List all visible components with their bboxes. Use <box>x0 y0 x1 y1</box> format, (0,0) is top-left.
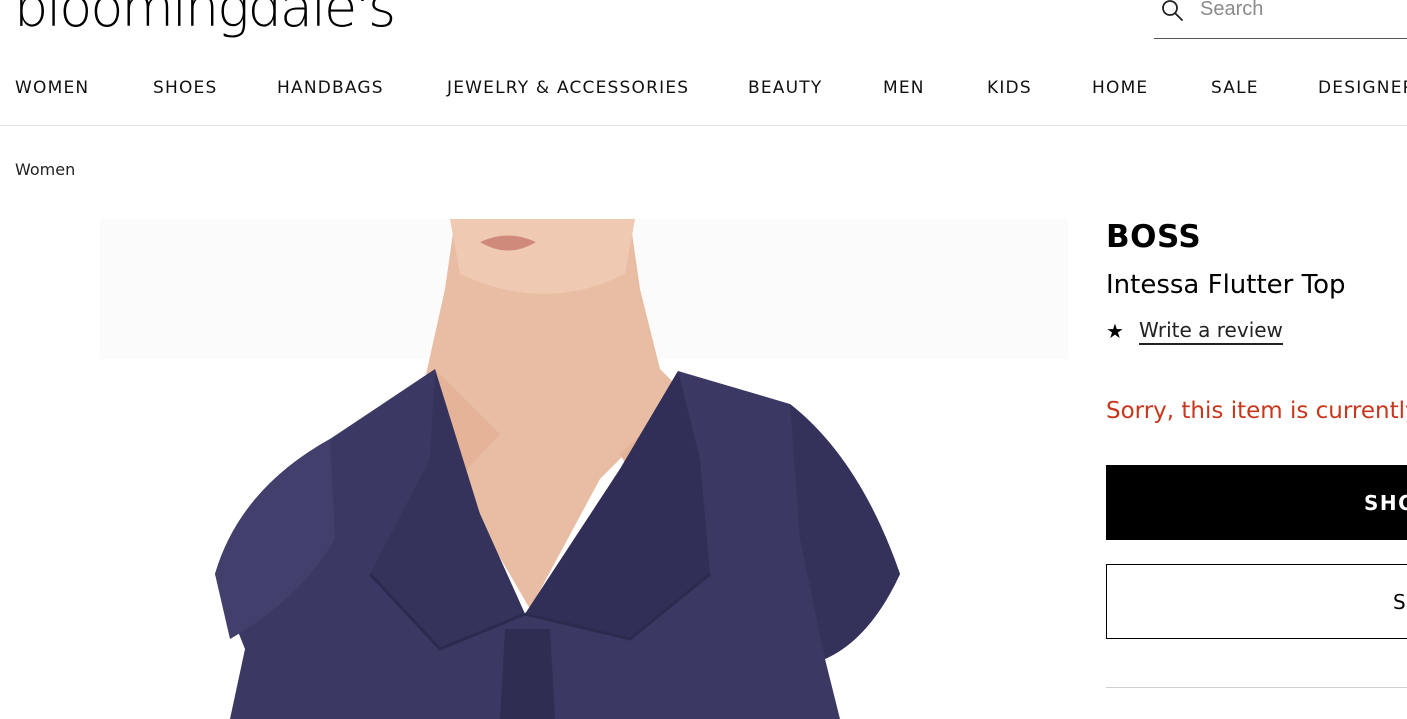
search-bar[interactable] <box>1154 0 1407 39</box>
secondary-button[interactable]: S <box>1106 564 1407 639</box>
star-icon: ★ <box>1106 319 1124 343</box>
breadcrumb[interactable]: Women <box>15 160 75 179</box>
availability-status: Sorry, this item is currently <box>1106 398 1407 424</box>
nav-item-jewelry-accessories[interactable]: JEWELRY & ACCESSORIES <box>447 78 689 98</box>
nav-item-handbags[interactable]: HANDBAGS <box>277 78 384 98</box>
write-review-link[interactable]: Write a review <box>1139 318 1283 345</box>
site-logo[interactable]: bloomingdale's <box>14 0 396 38</box>
product-page: bloomingdale's WOMEN SHOES HANDBAGS JEWE… <box>0 0 1407 719</box>
nav-item-designers[interactable]: DESIGNERS <box>1318 78 1407 98</box>
nav-item-beauty[interactable]: BEAUTY <box>748 78 822 98</box>
search-input[interactable] <box>1200 0 1400 24</box>
nav-item-women[interactable]: WOMEN <box>15 78 89 98</box>
product-brand[interactable]: BOSS <box>1106 219 1201 255</box>
shop-button[interactable]: SHOP <box>1106 465 1407 540</box>
divider <box>1106 687 1407 688</box>
nav-item-shoes[interactable]: SHOES <box>153 78 218 98</box>
product-image[interactable] <box>100 219 1068 719</box>
nav-item-sale[interactable]: SALE <box>1211 78 1259 98</box>
search-icon[interactable] <box>1160 0 1184 22</box>
product-name: Intessa Flutter Top <box>1106 270 1346 300</box>
nav-item-kids[interactable]: KIDS <box>987 78 1032 98</box>
nav-item-men[interactable]: MEN <box>883 78 925 98</box>
product-photo <box>100 219 1068 719</box>
main-nav: WOMEN SHOES HANDBAGS JEWELRY & ACCESSORI… <box>0 70 1407 126</box>
nav-item-home[interactable]: HOME <box>1092 78 1148 98</box>
